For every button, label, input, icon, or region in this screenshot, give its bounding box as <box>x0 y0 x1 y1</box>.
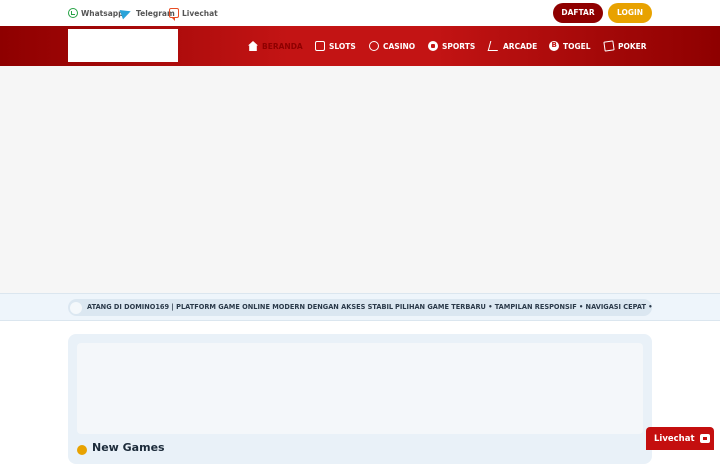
arcade-icon <box>487 41 501 51</box>
section-title: New Games <box>92 441 165 454</box>
ticker-text-1: ATANG DI DOMINO169 | PLATFORM GAME ONLIN… <box>87 303 394 311</box>
telegram-link[interactable]: Telegram <box>119 6 175 20</box>
nav-item-label: POKER <box>618 41 647 51</box>
nav-item-label: ARCADE <box>503 41 538 51</box>
slots-icon <box>315 41 325 51</box>
nav-item-arcade[interactable]: ARCADE <box>487 39 538 53</box>
nav-item-slots[interactable]: SLOTS <box>315 39 356 53</box>
livechat-link-label: Livechat <box>182 8 218 18</box>
whatsapp-label: Whatsapp <box>81 8 124 18</box>
livechat-button-label: Livechat <box>654 433 695 444</box>
nav-item-label: SLOTS <box>329 41 356 51</box>
star-icon <box>77 445 87 455</box>
cards-icon <box>603 40 615 52</box>
soccer-ball-icon <box>428 41 438 51</box>
livechat-icon <box>169 8 179 21</box>
nav-item-label: BERANDA <box>262 41 303 51</box>
whatsapp-link[interactable]: Whatsapp <box>68 6 124 20</box>
ticker-track: ATANG DI DOMINO169 | PLATFORM GAME ONLIN… <box>68 299 652 316</box>
nav-item-label: TOGEL <box>563 41 591 51</box>
casino-chip-icon <box>369 41 379 51</box>
nav-item-label: SPORTS <box>442 41 476 51</box>
nav-item-label: CASINO <box>383 41 416 51</box>
login-button[interactable]: LOGIN <box>608 3 652 23</box>
hero-banner[interactable] <box>0 66 720 293</box>
telegram-icon <box>119 6 133 20</box>
megaphone-icon <box>70 302 82 314</box>
games-carousel[interactable] <box>77 343 643 434</box>
nav-item-togel[interactable]: TOGEL <box>549 39 591 53</box>
nav-item-sports[interactable]: SPORTS <box>428 39 475 53</box>
livechat-link[interactable]: Livechat <box>169 6 218 21</box>
site-logo[interactable] <box>68 29 178 62</box>
chat-bubble-icon <box>699 434 710 443</box>
top-bar: Whatsapp Telegram Livechat DAFTAR LOGIN <box>0 0 720 26</box>
nav-item-beranda[interactable]: BERANDA <box>248 39 303 53</box>
ticker-text-2: PILIHAN GAME TERBARU • TAMPILAN RESPONSI… <box>395 303 652 311</box>
announcement-ticker: ATANG DI DOMINO169 | PLATFORM GAME ONLIN… <box>0 293 720 321</box>
home-icon <box>248 41 258 51</box>
main-navbar: BERANDA SLOTS CASINO SPORTS ARCADE TOGEL… <box>0 26 720 66</box>
whatsapp-icon <box>68 8 78 18</box>
togel-ball-icon <box>549 41 559 51</box>
livechat-button[interactable]: Livechat <box>646 427 714 450</box>
nav-item-poker[interactable]: POKER <box>603 39 647 53</box>
nav-item-casino[interactable]: CASINO <box>369 39 415 53</box>
daftar-button[interactable]: DAFTAR <box>553 3 603 23</box>
